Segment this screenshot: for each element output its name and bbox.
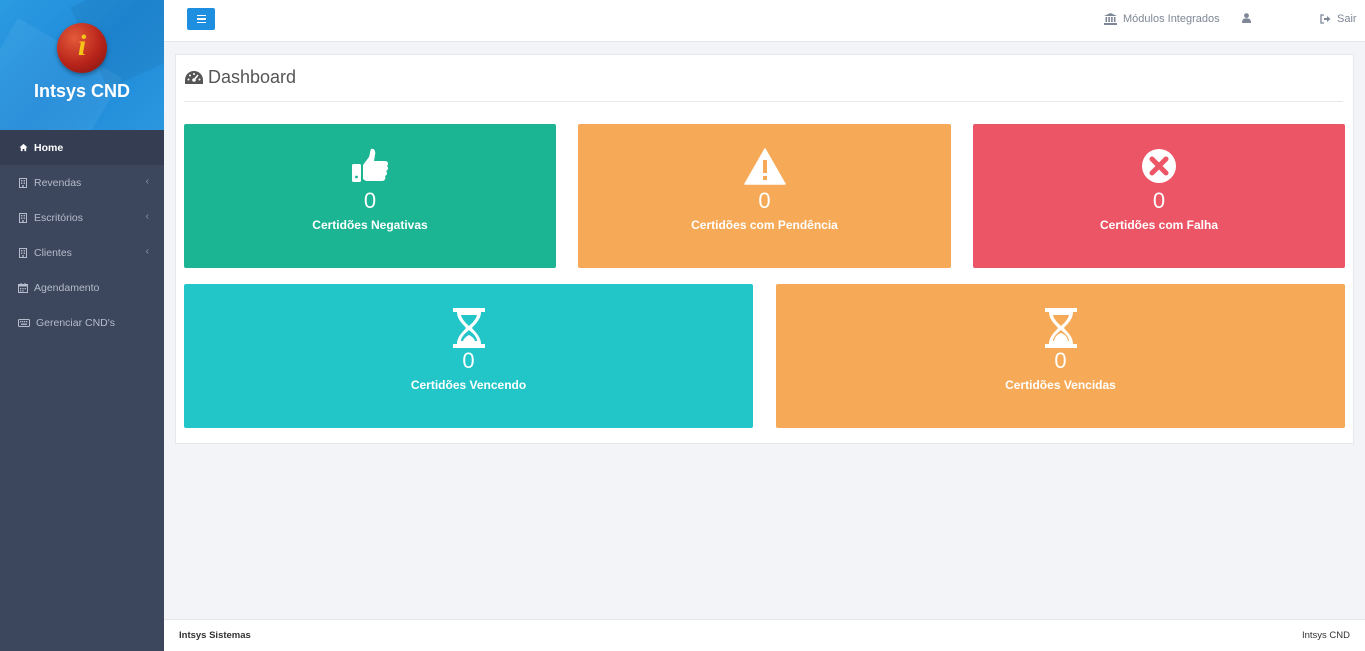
card-label: Certidões com Falha	[1099, 218, 1219, 232]
bar-icon	[196, 18, 206, 20]
topbar: Módulos Integrados Sair	[164, 0, 1365, 42]
user-menu[interactable]	[1242, 13, 1251, 23]
sidebar-item-label: Revendas	[34, 176, 82, 189]
logout-link[interactable]: Sair	[1320, 13, 1357, 25]
dashboard-icon	[185, 70, 203, 84]
page-title-text: Dashboard	[208, 67, 297, 87]
sidebar-item-gerenciar-cnds[interactable]: Gerenciar CND's	[0, 305, 164, 340]
card-count: 0	[1152, 188, 1166, 213]
card-certidoes-negativas[interactable]: 0 Certidões Negativas	[184, 124, 556, 268]
footer: Intsys Sistemas Intsys CND	[164, 619, 1365, 651]
card-count: 0	[462, 348, 475, 373]
sign-out-icon	[1320, 14, 1331, 24]
sidebar-item-label: Clientes	[34, 246, 72, 259]
hourglass-icon	[184, 308, 753, 348]
sidebar-item-clientes[interactable]: Clientes ‹	[0, 235, 164, 270]
building-icon	[18, 177, 28, 188]
hourglass-icon	[776, 308, 1345, 348]
sidebar-item-escritorios[interactable]: Escritórios ‹	[0, 200, 164, 235]
sidebar-item-agendamento[interactable]: Agendamento	[0, 270, 164, 305]
logo-letter: i	[77, 29, 87, 62]
calendar-icon	[18, 282, 28, 293]
card-label: Certidões com Pendência	[691, 218, 838, 232]
sidebar-item-label: Escritórios	[34, 211, 84, 224]
sidebar: i Intsys CND Home Revendas ‹ Escritórios…	[0, 0, 164, 651]
chevron-left-icon: ‹	[145, 211, 149, 222]
warning-icon	[578, 148, 951, 185]
thumbs-up-icon	[184, 148, 556, 184]
divider	[184, 101, 1343, 102]
sidebar-item-label: Gerenciar CND's	[36, 316, 116, 329]
page-title: Dashboard	[185, 67, 296, 88]
card-certidoes-com-pendencia[interactable]: 0 Certidões com Pendência	[578, 124, 951, 268]
sidebar-item-revendas[interactable]: Revendas ‹	[0, 165, 164, 200]
sidebar-item-home[interactable]: Home	[0, 130, 164, 165]
sidebar-item-label: Home	[34, 141, 64, 154]
bar-icon	[196, 14, 206, 17]
footer-company: Intsys Sistemas	[179, 630, 251, 641]
brand-logo[interactable]: i	[57, 23, 107, 73]
sidebar-item-label: Agendamento	[34, 281, 100, 294]
card-certidoes-vencendo[interactable]: 0 Certidões Vencendo	[184, 284, 753, 428]
times-circle-icon	[973, 148, 1345, 184]
card-count: 0	[363, 188, 377, 213]
brand-header: i Intsys CND	[0, 0, 164, 130]
chevron-left-icon: ‹	[145, 246, 149, 257]
keyboard-icon	[18, 318, 30, 328]
modules-link[interactable]: Módulos Integrados	[1104, 13, 1220, 25]
bank-icon	[1104, 13, 1117, 25]
card-count: 0	[758, 188, 771, 213]
bar-icon	[196, 21, 206, 24]
card-label: Certidões Vencendo	[410, 378, 527, 392]
card-label: Certidões Negativas	[312, 218, 428, 232]
menu-toggle-button[interactable]	[187, 8, 215, 30]
logout-label: Sair	[1337, 13, 1357, 25]
modules-label: Módulos Integrados	[1123, 13, 1220, 25]
home-icon	[18, 143, 28, 153]
brand-name: Intsys CND	[33, 81, 131, 101]
building-icon	[18, 247, 28, 258]
building-icon	[18, 212, 28, 223]
card-count: 0	[1054, 348, 1067, 373]
footer-app-name: Intsys CND	[1301, 630, 1350, 641]
card-label: Certidões Vencidas	[1005, 378, 1116, 392]
user-icon	[1242, 13, 1251, 23]
card-certidoes-com-falha[interactable]: 0 Certidões com Falha	[973, 124, 1345, 268]
card-certidoes-vencidas[interactable]: 0 Certidões Vencidas	[776, 284, 1345, 428]
chevron-left-icon: ‹	[145, 176, 149, 187]
